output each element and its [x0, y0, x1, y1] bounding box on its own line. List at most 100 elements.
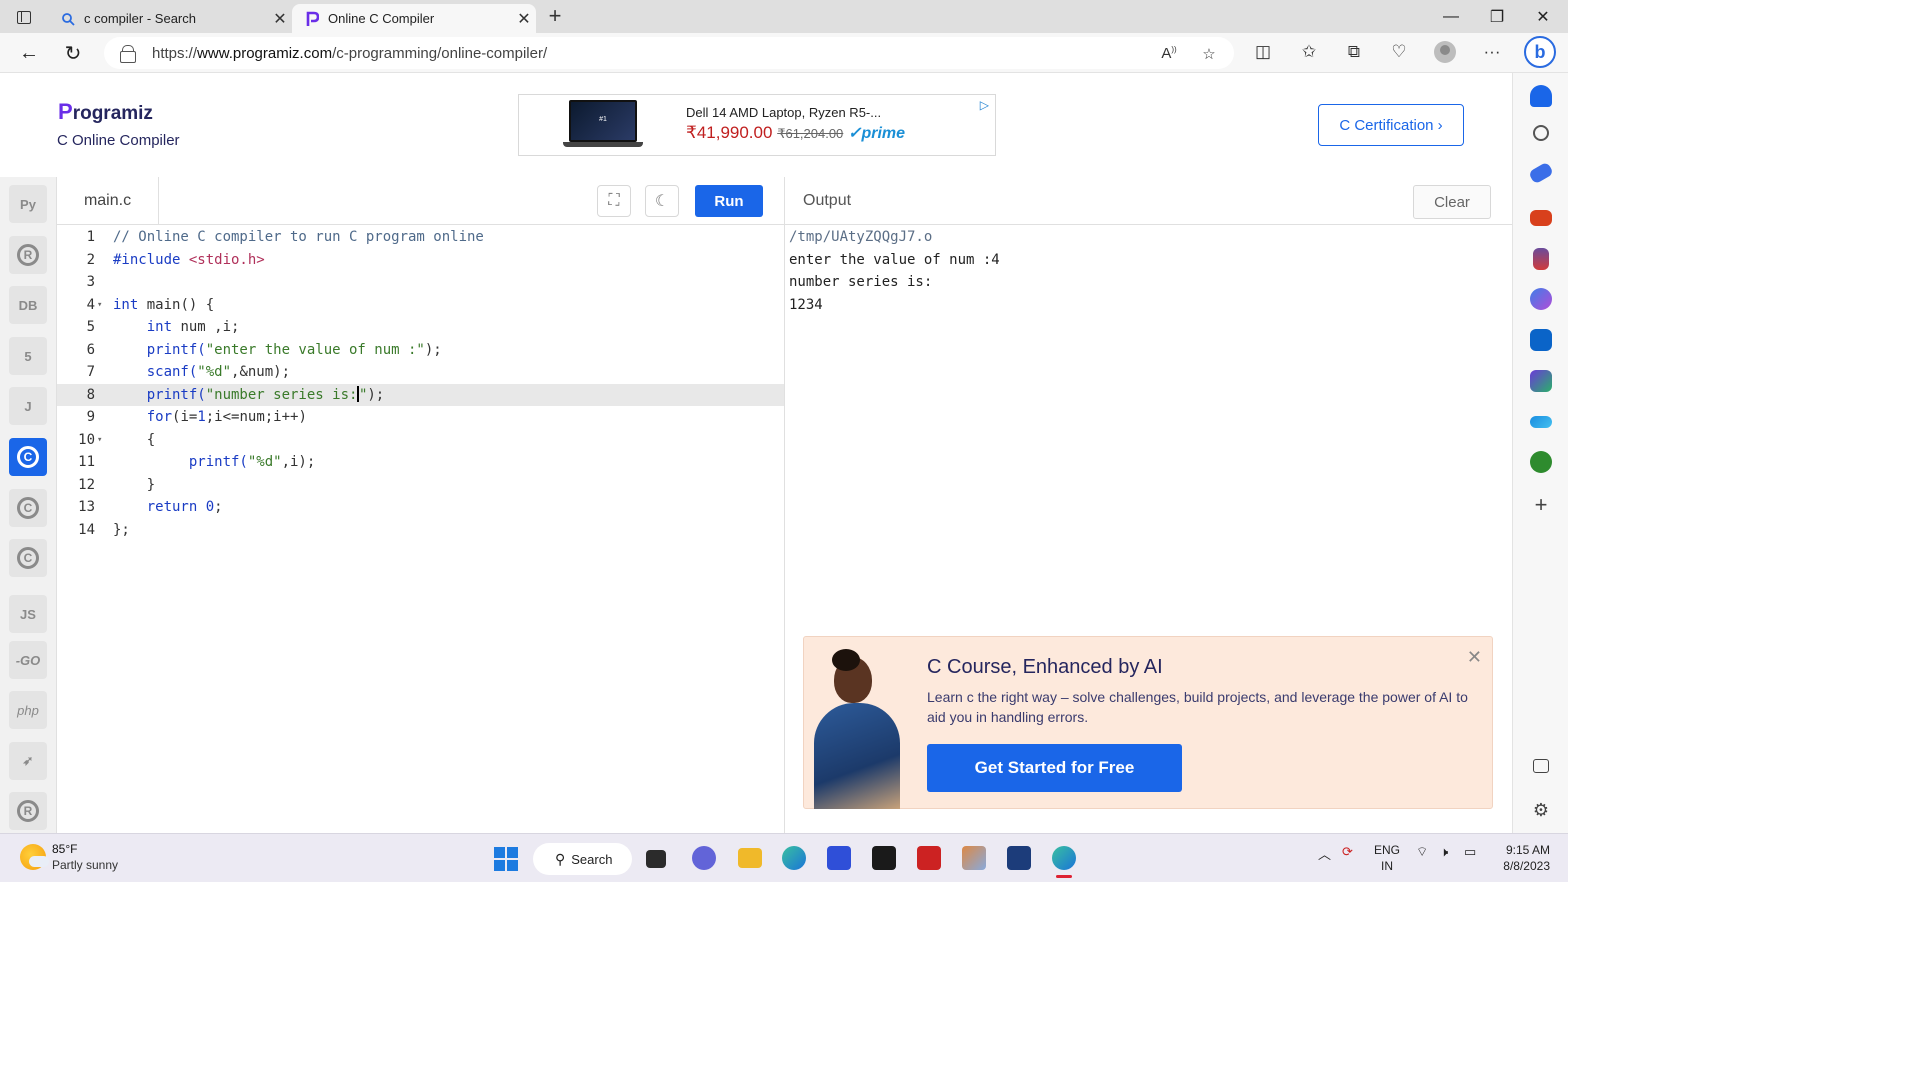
output-line: /tmp/UAtyZQQgJ7.o — [789, 229, 933, 245]
language-indicator[interactable]: ENG IN — [1374, 842, 1400, 874]
edge-active-icon[interactable] — [1052, 846, 1076, 878]
output-header: Output Clear — [785, 177, 1512, 225]
c-certification-button[interactable]: C Certification › — [1318, 104, 1464, 146]
weather-temperature[interactable]: 85°F — [52, 842, 77, 856]
outlook-icon[interactable] — [1530, 329, 1552, 351]
notifications-icon[interactable] — [1530, 85, 1552, 107]
swift-icon[interactable]: ➶ — [9, 742, 47, 780]
edge-icon[interactable] — [782, 846, 806, 870]
code-line: 4 ▾ int main() { — [57, 294, 785, 317]
run-button[interactable]: Run — [695, 185, 763, 217]
python-icon[interactable]: Py — [9, 185, 47, 223]
code-editor[interactable]: 1// Online C compiler to run C program o… — [57, 226, 785, 833]
close-tab-icon[interactable]: ✕ — [268, 9, 292, 29]
word-app-icon[interactable] — [827, 846, 851, 870]
lock-icon[interactable] — [120, 45, 136, 63]
code-line: 9 for(i=1;i<=num;i++) — [86, 409, 307, 425]
instructor-photo — [808, 643, 904, 809]
bing-copilot-icon[interactable]: b — [1524, 36, 1556, 68]
battery-icon[interactable]: ▭ — [1464, 844, 1476, 860]
dark-mode-moon-icon[interactable]: ☾ — [645, 185, 679, 217]
url-text[interactable]: https://www.programiz.com/c-programming/… — [152, 45, 547, 62]
sidebar-toggle-icon[interactable] — [1533, 759, 1549, 773]
shopping-icon[interactable] — [1527, 161, 1555, 185]
collections-icon[interactable]: ⧉ — [1341, 42, 1367, 64]
tab-actions-icon[interactable] — [10, 6, 38, 28]
weather-icon[interactable] — [20, 844, 49, 870]
ad-banner[interactable]: #1 Dell 14 AMD Laptop, Ryzen R5-... ₹41,… — [518, 94, 996, 156]
split-screen-icon[interactable]: ◫ — [1250, 42, 1276, 64]
close-icon[interactable]: ✕ — [1467, 647, 1482, 668]
photo-app-icon[interactable] — [917, 846, 941, 870]
r-icon[interactable]: R — [9, 236, 47, 274]
microsoft365-icon[interactable] — [1530, 288, 1552, 310]
address-bar[interactable]: https://www.programiz.com/c-programming/… — [104, 37, 1234, 69]
tab-title: Online C Compiler — [328, 11, 435, 26]
programiz-logo[interactable]: Programiz — [58, 99, 153, 125]
games-icon[interactable] — [1533, 248, 1549, 270]
task-view-icon[interactable] — [646, 850, 666, 868]
windows-start-icon[interactable] — [494, 847, 518, 871]
vpn-app-icon[interactable] — [872, 846, 896, 870]
cpp-icon[interactable]: C — [9, 489, 47, 527]
js-icon[interactable]: JS — [9, 595, 47, 633]
tools-icon[interactable] — [1530, 210, 1552, 226]
favorite-star-icon[interactable]: ☆ — [1198, 45, 1220, 63]
search-icon: ⚲ — [555, 850, 566, 867]
browser-essentials-icon[interactable]: ♡ — [1386, 42, 1412, 64]
windows-taskbar: 85°F Partly sunny ⚲ Search ︿ ⟳ ENG IN ⌔ 🕨 … — [0, 833, 1568, 882]
programiz-favicon-icon — [304, 11, 320, 27]
close-window-button[interactable]: ✕ — [1520, 0, 1566, 33]
code-line: 14}; — [78, 521, 130, 538]
go-icon[interactable]: -GO — [9, 641, 47, 679]
teams-chat-icon[interactable] — [692, 846, 716, 870]
promo-heading: C Course, Enhanced by AI — [927, 656, 1163, 678]
csharp-icon[interactable]: C — [9, 539, 47, 577]
restore-button[interactable]: ❐ — [1474, 0, 1520, 33]
c-icon[interactable]: C — [9, 438, 47, 476]
designer-icon[interactable] — [1530, 370, 1552, 392]
fold-arrow-icon: ▾ — [97, 434, 103, 445]
get-started-button[interactable]: Get Started for Free — [927, 744, 1182, 792]
file-tab-main-c[interactable]: main.c — [57, 177, 159, 225]
fullscreen-icon[interactable]: ⛶ — [597, 185, 631, 217]
file-explorer-icon[interactable] — [738, 848, 762, 868]
refresh-icon[interactable]: ↻ — [58, 39, 88, 67]
output-console[interactable]: /tmp/UAtyZQQgJ7.o enter the value of num… — [789, 226, 1000, 316]
java-icon[interactable]: J — [9, 387, 47, 425]
tree-icon[interactable] — [1530, 451, 1552, 473]
sql-icon[interactable]: DB — [9, 286, 47, 324]
php-icon[interactable]: php — [9, 691, 47, 729]
minimize-button[interactable]: — — [1428, 0, 1474, 33]
pane-divider[interactable] — [784, 177, 785, 833]
back-arrow-icon[interactable]: ← — [14, 39, 44, 67]
sync-icon[interactable]: ⟳ — [1342, 844, 1353, 860]
code-line: 12 } — [78, 476, 156, 493]
drop-icon[interactable] — [1530, 416, 1552, 428]
new-tab-button[interactable]: + — [542, 5, 568, 29]
clear-button[interactable]: Clear — [1413, 185, 1491, 219]
chevron-up-icon[interactable]: ︿ — [1318, 844, 1331, 863]
profile-avatar[interactable] — [1434, 41, 1456, 63]
settings-gear-icon[interactable]: ⚙ — [1530, 799, 1552, 821]
dev-app-icon[interactable] — [1007, 846, 1031, 870]
taskbar-search[interactable]: ⚲ Search — [533, 843, 632, 875]
system-clock[interactable]: 9:15 AM 8/8/2023 — [1496, 842, 1550, 874]
search-sidebar-icon[interactable] — [1533, 125, 1549, 141]
add-sidebar-icon[interactable]: + — [1530, 494, 1552, 516]
adchoices-icon[interactable]: ▷ — [980, 98, 989, 112]
favorites-icon[interactable]: ✩ — [1296, 42, 1322, 64]
weather-condition[interactable]: Partly sunny — [52, 858, 118, 872]
address-bar-row: ← ↻ https://www.programiz.com/c-programm… — [0, 33, 1568, 73]
tab-search[interactable]: c compiler - Search ✕ — [48, 4, 292, 33]
snipping-tool-icon[interactable] — [962, 846, 986, 870]
tab-online-c-compiler[interactable]: Online C Compiler ✕ — [292, 4, 536, 33]
wifi-icon[interactable]: ⌔ — [1416, 844, 1428, 860]
rust-icon[interactable]: R — [9, 792, 47, 830]
close-tab-icon[interactable]: ✕ — [512, 9, 536, 29]
volume-muted-icon[interactable]: 🕨 — [1440, 844, 1448, 860]
html-icon[interactable]: 5 — [9, 337, 47, 375]
ad-price: ₹41,990.00 ₹61,204.00 ✓prime — [686, 123, 906, 142]
more-options-icon[interactable]: ··· — [1479, 42, 1505, 64]
read-aloud-icon[interactable]: A)) — [1158, 45, 1180, 63]
